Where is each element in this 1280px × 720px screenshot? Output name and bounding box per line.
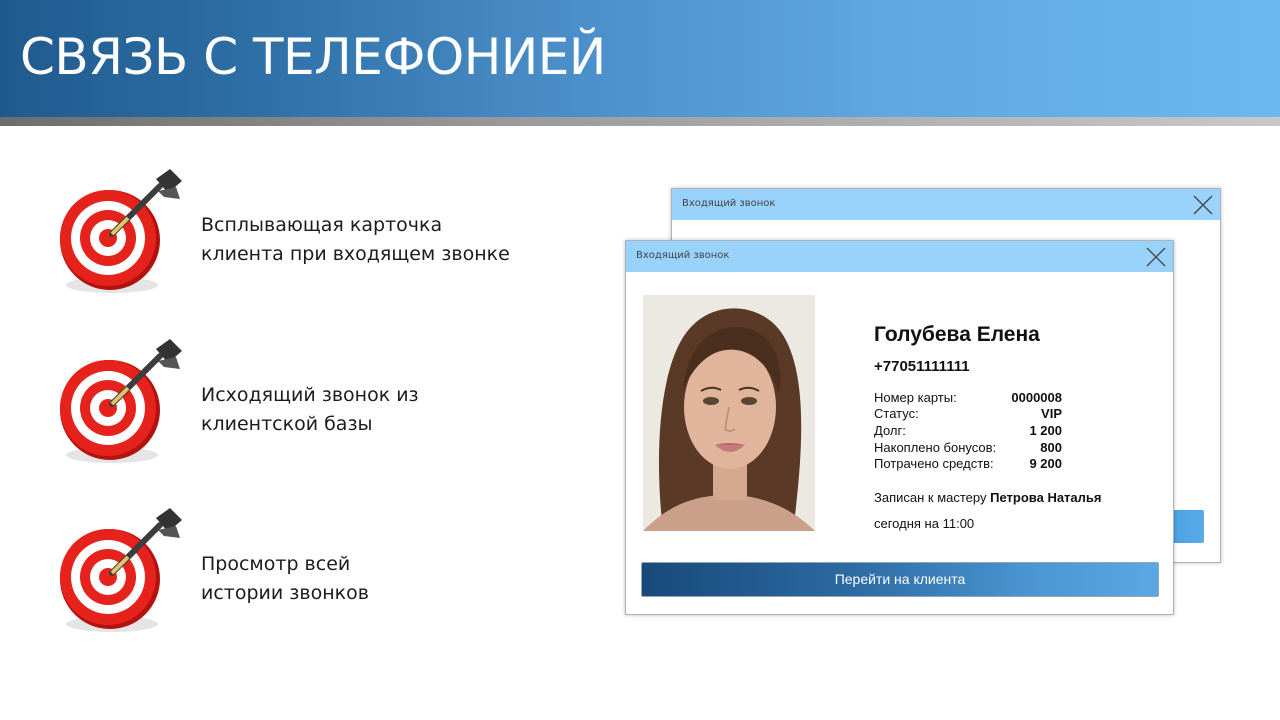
appointment-time-line: сегодня на 11:00: [874, 516, 974, 531]
field-status: Статус: VIP: [874, 406, 1062, 423]
feature-item: Всплывающая карточка клиента при входяще…: [50, 167, 550, 307]
window-title: Входящий звонок: [682, 198, 776, 209]
header-divider: [0, 117, 1280, 126]
time-prefix: сегодня на: [874, 516, 939, 531]
feature-item: Исходящий звонок из клиентской базы: [50, 337, 550, 477]
target-dart-icon: [60, 339, 182, 463]
field-value: 800: [1040, 440, 1062, 455]
window-titlebar[interactable]: Входящий звонок: [626, 241, 1173, 272]
feature-text-line-2: клиента при входящем звонке: [201, 243, 510, 265]
field-value: 1 200: [1029, 423, 1062, 438]
field-value: 9 200: [1029, 456, 1062, 471]
close-icon[interactable]: [1145, 246, 1167, 268]
feature-text-line-1: Всплывающая карточка: [201, 214, 443, 236]
field-label: Статус:: [874, 406, 919, 421]
window-title: Входящий звонок: [636, 250, 730, 261]
field-label: Потрачено средств:: [874, 456, 994, 471]
window-titlebar[interactable]: Входящий звонок: [672, 189, 1220, 220]
feature-text-line-1: Просмотр всей: [201, 553, 351, 575]
go-to-client-button[interactable]: Перейти на клиента: [641, 562, 1159, 597]
slide-header: СВЯЗЬ С ТЕЛЕФОНИЕЙ: [0, 0, 1280, 117]
target-dart-icon: [60, 169, 182, 293]
appointment-time: 11:00: [942, 516, 975, 531]
field-label: Долг:: [874, 423, 906, 438]
field-spent: Потрачено средств: 9 200: [874, 456, 1062, 473]
client-portrait-image: [643, 295, 815, 531]
field-value: VIP: [1041, 406, 1062, 421]
client-photo: [643, 295, 815, 531]
field-bonuses: Накоплено бонусов: 800: [874, 440, 1062, 457]
feature-item: Просмотр всей истории звонков: [50, 506, 550, 646]
client-phone: +77051111111: [874, 358, 970, 375]
client-name: Голубева Елена: [874, 323, 1040, 346]
field-card-number: Номер карты: 0000008: [874, 390, 1062, 407]
appointment-prefix: Записан к мастеру: [874, 490, 987, 505]
close-icon[interactable]: [1192, 194, 1214, 216]
field-label: Номер карты:: [874, 390, 957, 405]
field-value: 0000008: [1011, 390, 1062, 405]
master-name: Петрова Наталья: [990, 490, 1102, 505]
field-debt: Долг: 1 200: [874, 423, 1062, 440]
target-dart-icon: [60, 508, 182, 632]
feature-text-line-1: Исходящий звонок из: [201, 384, 419, 406]
field-label: Накоплено бонусов:: [874, 440, 997, 455]
slide-title: СВЯЗЬ С ТЕЛЕФОНИЕЙ: [20, 28, 606, 86]
go-to-client-button[interactable]: [1171, 510, 1204, 543]
appointment-line: Записан к мастеру Петрова Наталья: [874, 490, 1102, 505]
feature-text-line-2: клиентской базы: [201, 413, 373, 435]
incoming-call-window: Входящий звонок Голубева Елена +77051111…: [625, 240, 1174, 615]
feature-text-line-2: истории звонков: [201, 582, 369, 604]
